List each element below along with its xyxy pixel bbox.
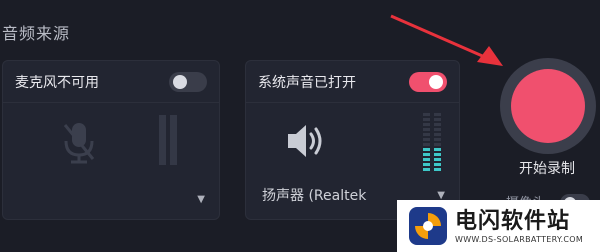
meter-segment — [434, 113, 441, 116]
meter-segment — [434, 148, 441, 151]
toggle-knob — [429, 74, 443, 89]
watermark-url: WWW.DS-SOLARBATTERY.COM — [455, 234, 584, 244]
meter-segment — [423, 143, 430, 146]
watermark-title: 电闪软件站 — [455, 208, 571, 234]
meter-segment — [434, 158, 441, 161]
meter-segment — [423, 153, 430, 156]
arrow-annotation-icon — [390, 14, 503, 66]
microphone-card-header: 麦克风不可用 — [3, 61, 219, 103]
watermark: 电闪软件站 WWW.DS-SOLARBATTERY.COM — [397, 200, 600, 252]
system-sound-card: 系统声音已打开 扬声器 (Realtek ▼ — [245, 60, 460, 220]
meter-segment — [434, 153, 441, 156]
meter-segment — [434, 138, 441, 141]
system-sound-toggle[interactable] — [409, 71, 447, 92]
chevron-down-icon: ▼ — [437, 189, 445, 201]
meter-column-left — [159, 115, 166, 165]
meter-segment — [423, 118, 430, 121]
meter-segment — [423, 133, 430, 136]
audio-source-title: 音频来源 — [2, 24, 71, 43]
meter-segment — [423, 123, 430, 126]
microphone-toggle[interactable] — [169, 71, 207, 92]
system-sound-label: 系统声音已打开 — [258, 74, 356, 91]
meter-segment — [423, 113, 430, 116]
watermark-text: 电闪软件站 WWW.DS-SOLARBATTERY.COM — [455, 209, 583, 244]
site-logo-icon — [409, 207, 447, 245]
toggle-knob — [173, 74, 187, 89]
meter-segment — [434, 118, 441, 121]
start-recording-label: 开始录制 — [519, 161, 575, 177]
meter-segment — [434, 123, 441, 126]
meter-segment — [434, 133, 441, 136]
meter-segment — [434, 143, 441, 146]
chevron-down-icon: ▼ — [197, 194, 205, 205]
meter-segment — [423, 168, 430, 171]
microphone-label: 麦克风不可用 — [15, 74, 99, 91]
meter-column-left — [423, 113, 430, 171]
mic-muted-icon — [61, 119, 97, 171]
start-recording-button[interactable] — [500, 58, 596, 154]
meter-column-right — [434, 113, 441, 171]
microphone-device-select[interactable]: ▼ — [19, 194, 205, 205]
system-sound-level-meter — [423, 113, 441, 171]
speaker-icon — [284, 119, 328, 167]
meter-segment — [423, 163, 430, 166]
meter-segment — [423, 138, 430, 141]
speaker-device-name: 扬声器 (Realtek — [262, 188, 367, 204]
meter-segment — [434, 128, 441, 131]
meter-segment — [423, 148, 430, 151]
meter-segment — [423, 158, 430, 161]
meter-segment — [434, 163, 441, 166]
meter-segment — [423, 128, 430, 131]
meter-segment — [434, 168, 441, 171]
record-dot-icon — [511, 69, 585, 143]
meter-column-right — [170, 115, 177, 165]
microphone-level-meter — [159, 115, 177, 165]
microphone-card: 麦克风不可用 ▼ — [2, 60, 220, 220]
